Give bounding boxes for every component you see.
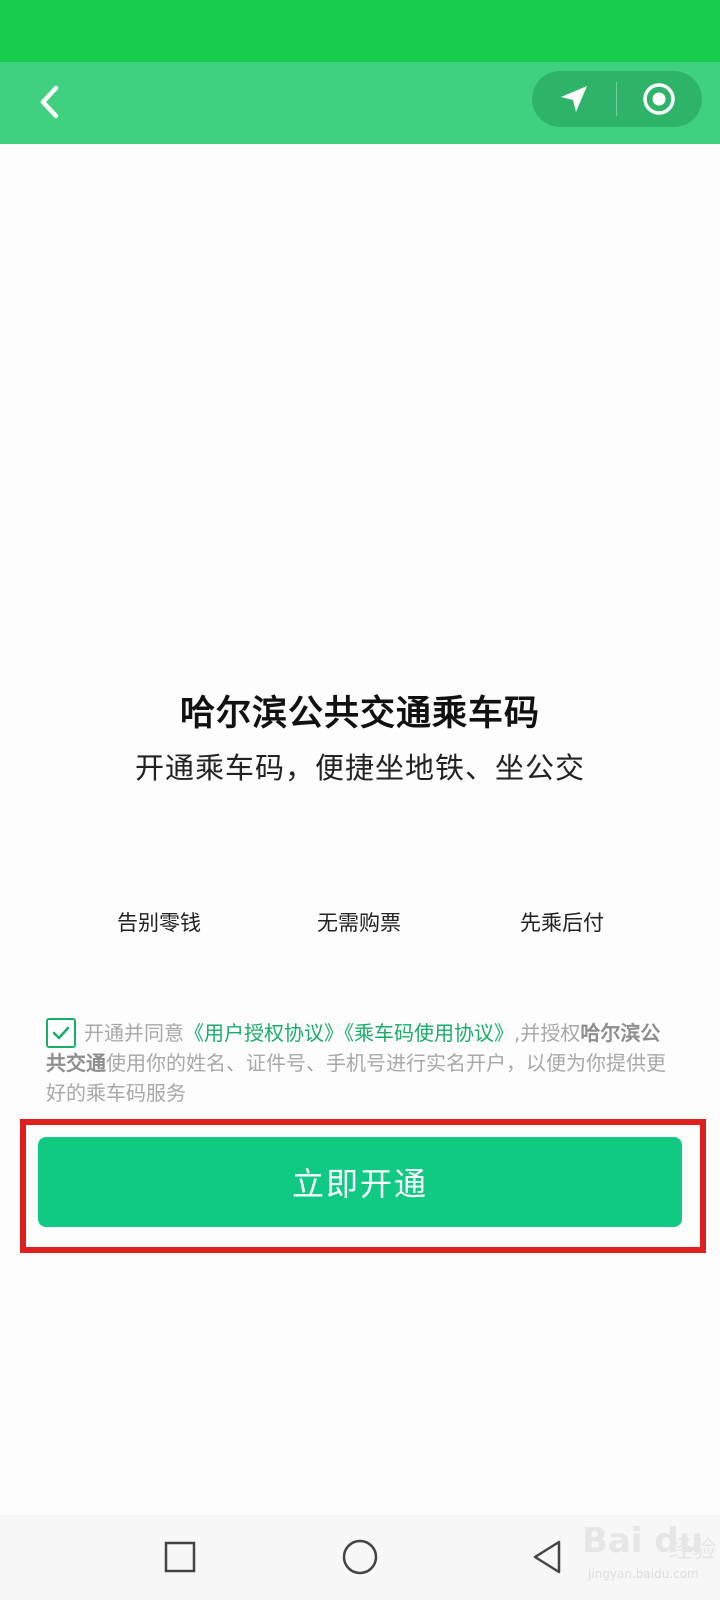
triangle-back-icon (533, 1540, 561, 1574)
home-button[interactable] (328, 1525, 392, 1589)
watermark-jingyan: 经验 (668, 1535, 716, 1563)
agreement-text: 开通并同意《用户授权协议》《乘车码使用协议》,并授权哈尔滨公共交通使用你的姓名、… (46, 1018, 680, 1108)
page-title: 哈尔滨公共交通乘车码 (179, 694, 540, 734)
page-subtitle: 开通乘车码，便捷坐地铁、坐公交 (134, 751, 585, 785)
mini-program-capsule (532, 71, 702, 127)
back-button[interactable] (22, 72, 78, 132)
open-now-button[interactable]: 立即开通 (38, 1137, 682, 1227)
feature-list: 告别零钱 无需购票 先乘后付 (0, 907, 720, 937)
location-button[interactable] (532, 71, 616, 127)
checkmark-icon (52, 1026, 70, 1040)
agreement-checkbox[interactable] (46, 1018, 76, 1048)
agreement-suffix: 使用你的姓名、证件号、手机号进行实名开户，以便为你提供更好的乘车码服务 (46, 1051, 666, 1105)
system-back-button[interactable] (515, 1525, 579, 1589)
close-mini-program-button[interactable] (617, 71, 701, 127)
target-circle-icon (643, 83, 675, 115)
feature-no-ticket: 无需购票 (317, 911, 401, 935)
location-arrow-icon (561, 86, 587, 112)
agreement-prefix: 开通并同意 (84, 1021, 184, 1045)
agreement-middle: ,并授权 (514, 1021, 581, 1045)
agreement-section: 开通并同意《用户授权协议》《乘车码使用协议》,并授权哈尔滨公共交通使用你的姓名、… (46, 1018, 680, 1108)
feature-ride-first-pay-later: 先乘后付 (520, 911, 604, 935)
mini-program-nav-bar (0, 62, 720, 144)
chevron-left-icon (40, 85, 59, 119)
baidu-jingyan-watermark: Bai du 经验 jingyan.baidu.com (582, 1513, 718, 1593)
feature-no-change: 告别零钱 (117, 911, 201, 935)
user-authorization-link[interactable]: 《用户授权协议》 (184, 1021, 344, 1045)
circle-icon (342, 1539, 378, 1575)
recent-apps-button[interactable] (148, 1525, 212, 1589)
watermark-url: jingyan.baidu.com (588, 1567, 699, 1581)
status-bar (0, 0, 720, 62)
square-icon (164, 1541, 196, 1573)
ride-code-agreement-link[interactable]: 《乘车码使用协议》 (344, 1021, 514, 1045)
